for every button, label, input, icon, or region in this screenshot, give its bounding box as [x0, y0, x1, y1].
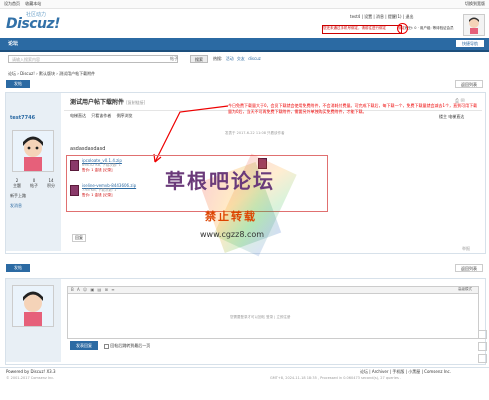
user-credits: 积分: 0 · 用户组: 等待验证会员: [405, 26, 454, 30]
stat-threads[interactable]: 2 主题: [10, 178, 24, 189]
new-post-button[interactable]: 发帖: [6, 80, 30, 88]
hot-item[interactable]: discuz: [248, 56, 261, 61]
new-post-button-bottom[interactable]: 发帖: [6, 264, 30, 272]
author-name[interactable]: test7746: [10, 115, 35, 121]
watermark-title: 草根吧论坛: [165, 169, 275, 193]
bookmark-link[interactable]: 收藏本站: [25, 1, 41, 7]
highlight-circle: [397, 23, 408, 34]
scroll-top-icon[interactable]: [478, 330, 487, 339]
send-message-link[interactable]: 发消息: [10, 203, 22, 209]
login-hint[interactable]: 您需要登录才可以回帖 登录 | 立即注册: [230, 315, 291, 320]
footer-links[interactable]: 论坛 | Archiver | 手机版 | 小黑屋 | Comsenz Inc.: [360, 369, 451, 375]
copy-link[interactable]: [复制链接]: [126, 100, 145, 105]
hot-search: 热搜: 活动 交友 discuz: [213, 56, 261, 61]
archive-icon: [70, 160, 79, 171]
copyright: © 2001-2017 Comsenz Inc.: [6, 376, 55, 380]
top-bar: 设为首页 收藏本站 切换到宽版: [0, 0, 489, 9]
user-rank: 新手上路: [10, 193, 26, 198]
search-input[interactable]: 请输入搜索内容: [8, 55, 178, 63]
hot-item[interactable]: 活动: [226, 56, 234, 61]
stat-credits[interactable]: 14 积分: [44, 178, 58, 189]
advanced-mode-link[interactable]: 高级模式: [458, 287, 472, 292]
avatar-icon: [13, 131, 53, 171]
quick-nav-button[interactable]: 快捷导航: [456, 40, 484, 47]
back-icon[interactable]: [478, 354, 487, 363]
logo-cn: 社区动力: [26, 12, 47, 18]
user-links[interactable]: test4 | 设置 | 消息 | 提醒(1) | 退出: [350, 14, 413, 20]
back-to-list-button-bottom[interactable]: 返回列表: [455, 264, 483, 272]
logo-en: Discuz!: [6, 16, 61, 32]
watermark-subtitle: 禁止转载: [205, 210, 257, 223]
avatar-icon: [469, 17, 479, 34]
set-homepage-link[interactable]: 设为首页: [4, 1, 20, 7]
gmt-info: GMT+8, 2024-11-18 18:35 , Processed in 0…: [270, 376, 402, 380]
powered-by[interactable]: Powered by Discuz! X3.3: [6, 369, 56, 374]
main-nav: 论坛 快捷导航: [0, 38, 489, 52]
tool-reverse[interactable]: 倒序浏览: [117, 113, 133, 118]
wide-mode-link[interactable]: 切换到宽版: [465, 1, 485, 7]
search-scope[interactable]: 帖子: [170, 56, 178, 62]
user-avatar[interactable]: [463, 14, 485, 36]
back-to-list-button[interactable]: 返回列表: [455, 80, 483, 88]
report-link[interactable]: 举报: [462, 246, 470, 252]
search-button[interactable]: 搜索: [190, 55, 208, 63]
post-body: asdasdasdasd: [70, 146, 106, 152]
tool-only-author[interactable]: 只看该作者: [91, 113, 111, 118]
submit-reply-button[interactable]: 发表回复: [70, 341, 98, 350]
scroll-controls[interactable]: [478, 330, 487, 370]
nav-tab-forum[interactable]: 论坛: [8, 40, 18, 47]
editor-toolbar[interactable]: B A ☺ ▣ ▤ ⊞ ≡ 高级模式: [67, 286, 479, 294]
jump-last-page-checkbox[interactable]: 回帖后跳转到最后一页: [104, 343, 150, 349]
footer-divider: [0, 367, 489, 368]
attachment-item[interactable]: ipcoloate_v0.1.4.zip 698.52 KB, 下载次数: 1 …: [82, 158, 122, 173]
archive-icon: [70, 185, 79, 196]
watermark-url: www.cgzz8.com: [200, 230, 265, 239]
reply-avatar: [12, 285, 54, 327]
hot-item[interactable]: 交友: [237, 56, 245, 61]
tool-jump[interactable]: 电梯直达: [70, 113, 86, 118]
reply-thumb[interactable]: 回复: [72, 234, 86, 242]
annotation-text: 今日免费下载量大于0，会员下载就会使用免费附件，不会消耗付费量。可完成下载后，每…: [228, 103, 478, 114]
editor-format-icons[interactable]: B A ☺ ▣ ▤ ⊞ ≡: [71, 287, 116, 292]
author-avatar[interactable]: [12, 130, 54, 172]
bind-notice[interactable]: 您还未通过手机号绑定，请前往进行绑定: [322, 25, 402, 34]
avatar-icon: [13, 286, 53, 326]
reply-icon[interactable]: [478, 342, 487, 351]
thread-tools: 电梯直达 只看该作者 倒序浏览: [70, 113, 133, 119]
thread-title: 测试用户帖下载附件 [复制链接]: [70, 99, 146, 106]
breadcrumb[interactable]: 论坛 › Discuz! › 默认版块 › 测试用户帖下载附件: [8, 71, 95, 77]
attachment-item[interactable]: iseline-vemvb-8443606.zip 7.65 KB, 下载次数:…: [82, 183, 136, 198]
post-meta: 发表于 2017-6-22 11:08 只看该作者: [225, 131, 285, 135]
stat-posts[interactable]: 0 帖子: [27, 178, 41, 189]
reply-editor[interactable]: [67, 287, 479, 339]
logo[interactable]: Discuz! 社区动力: [6, 11, 66, 33]
